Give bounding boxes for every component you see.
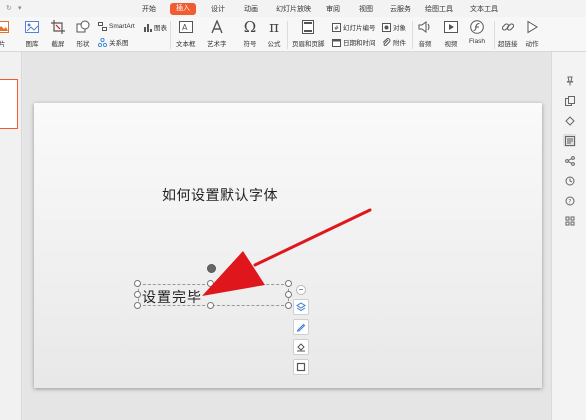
- pin-icon[interactable]: [563, 74, 576, 87]
- grid-apps-icon[interactable]: [563, 214, 576, 227]
- annotation-arrow-head: [202, 251, 265, 296]
- svg-text:?: ?: [568, 198, 571, 205]
- help-icon[interactable]: ?: [563, 194, 576, 207]
- share-icon[interactable]: [563, 154, 576, 167]
- annotation-arrow-shaft: [253, 208, 372, 267]
- properties-icon[interactable]: [563, 134, 576, 147]
- annotation-arrow-icon: [202, 208, 372, 296]
- right-task-pane-bar: ?: [551, 52, 586, 420]
- history-icon[interactable]: [563, 174, 576, 187]
- shape-style-icon[interactable]: [563, 114, 576, 127]
- copy-pages-icon[interactable]: [563, 94, 576, 107]
